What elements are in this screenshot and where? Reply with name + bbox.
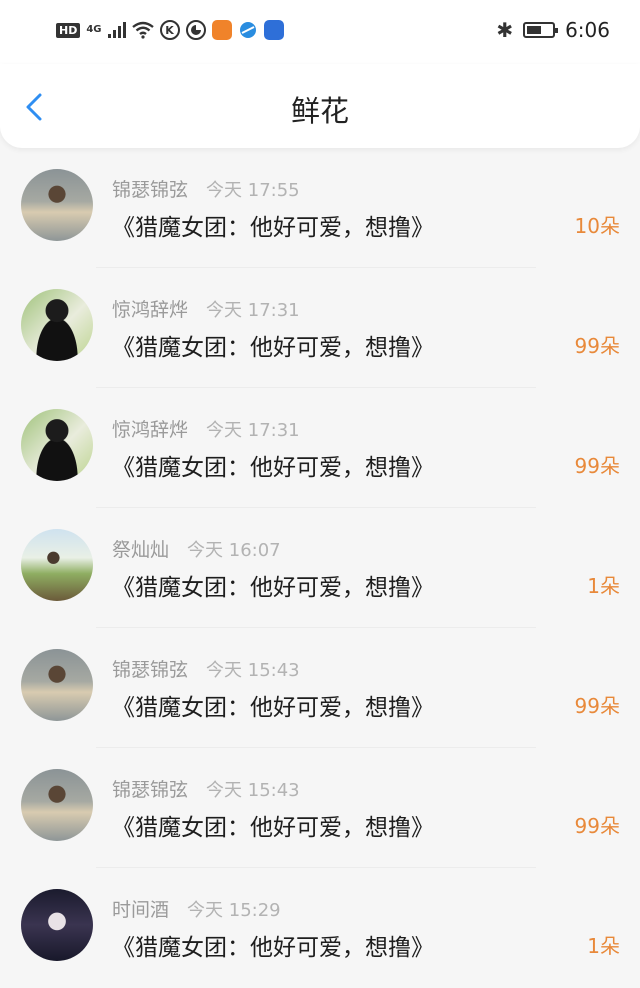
avatar[interactable]: [21, 649, 93, 721]
sender-name: 锦瑟锦弦 今天 15:43: [112, 779, 300, 801]
list-item[interactable]: 锦瑟锦弦 今天 15:43 《猎魔女团：他好可爱，想撸》 99朵: [0, 628, 640, 748]
sender-name: 锦瑟锦弦 今天 17:55: [112, 179, 300, 201]
message-text: 《猎魔女团：他好可爱，想撸》: [112, 455, 434, 481]
avatar[interactable]: [21, 289, 93, 361]
avatar[interactable]: [21, 409, 93, 481]
message-text: 《猎魔女团：他好可爱，想撸》: [112, 335, 434, 361]
list-item[interactable]: 惊鸿辞烨 今天 17:31 《猎魔女团：他好可爱，想撸》 99朵: [0, 268, 640, 388]
sender-name: 惊鸿辞烨 今天 17:31: [112, 419, 300, 441]
sender-name: 祭灿灿 今天 16:07: [112, 539, 281, 561]
sender-name: 惊鸿辞烨 今天 17:31: [112, 299, 300, 321]
header-bar: 鲜花: [0, 64, 640, 148]
browser-app-icon: [239, 22, 256, 38]
sender-name: 锦瑟锦弦 今天 15:43: [112, 659, 300, 681]
flower-count: 10朵: [574, 214, 620, 238]
timer-app-icon: [185, 20, 206, 40]
timestamp: 今天 17:31: [206, 300, 300, 321]
status-right-icons: ✱ 6:06: [496, 18, 610, 42]
flower-count: 1朵: [587, 934, 620, 958]
list-item[interactable]: 锦瑟锦弦 今天 15:43 《猎魔女团：他好可爱，想撸》 99朵: [0, 748, 640, 868]
flower-count: 99朵: [574, 334, 620, 358]
message-text: 《猎魔女团：他好可爱，想撸》: [112, 935, 434, 961]
status-left-icons: HD 4G K: [56, 20, 284, 40]
signal-icon: [107, 22, 126, 38]
flower-count: 99朵: [574, 694, 620, 718]
page-title: 鲜花: [290, 94, 349, 128]
gamepad-app-icon: [263, 20, 284, 40]
wifi-icon: [131, 21, 154, 39]
message-text: 《猎魔女团：他好可爱，想撸》: [112, 215, 434, 241]
flower-count: 99朵: [574, 454, 620, 478]
list-item[interactable]: 时间酒 今天 15:29 《猎魔女团：他好可爱，想撸》 1朵: [0, 868, 640, 988]
timestamp: 今天 15:29: [187, 900, 281, 921]
bluetooth-icon: ✱: [496, 18, 514, 42]
k-app-icon: K: [159, 20, 180, 40]
flower-gift-list: 锦瑟锦弦 今天 17:55 《猎魔女团：他好可爱，想撸》 10朵 惊鸿辞烨 今天 1…: [0, 148, 640, 988]
avatar[interactable]: [21, 769, 93, 841]
timestamp: 今天 16:07: [187, 540, 281, 561]
avatar[interactable]: [21, 529, 93, 601]
list-item[interactable]: 惊鸿辞烨 今天 17:31 《猎魔女团：他好可爱，想撸》 99朵: [0, 388, 640, 508]
flower-count: 99朵: [574, 814, 620, 838]
battery-icon: [523, 22, 559, 38]
timestamp: 今天 15:43: [206, 780, 300, 801]
avatar[interactable]: [21, 889, 93, 961]
timestamp: 今天 17:31: [206, 420, 300, 441]
sender-name: 时间酒 今天 15:29: [112, 899, 281, 921]
message-text: 《猎魔女团：他好可爱，想撸》: [112, 695, 434, 721]
message-text: 《猎魔女团：他好可爱，想撸》: [112, 575, 434, 601]
list-item[interactable]: 锦瑟锦弦 今天 17:55 《猎魔女团：他好可爱，想撸》 10朵: [0, 148, 640, 268]
message-text: 《猎魔女团：他好可爱，想撸》: [112, 815, 434, 841]
hd-badge: HD: [56, 22, 81, 38]
timestamp: 今天 17:55: [206, 180, 300, 201]
network-type: 4G: [86, 24, 102, 35]
timestamp: 今天 15:43: [206, 660, 300, 681]
game-app-icon: [211, 20, 232, 40]
flower-count: 1朵: [587, 574, 620, 598]
status-bar: HD 4G K ✱ 6:06: [0, 0, 640, 64]
avatar[interactable]: [21, 169, 93, 241]
list-item[interactable]: 祭灿灿 今天 16:07 《猎魔女团：他好可爱，想撸》 1朵: [0, 508, 640, 628]
clock-time: 6:06: [565, 18, 610, 42]
